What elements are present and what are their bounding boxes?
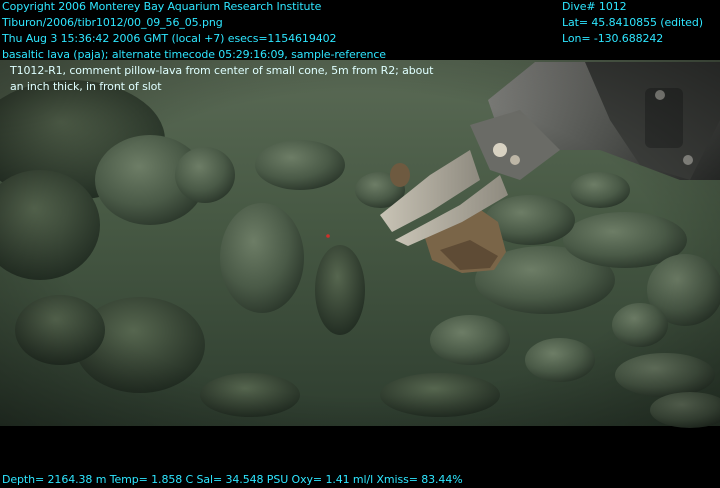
- longitude: Lon= -130.688242: [562, 32, 664, 45]
- dive-number: Dive# 1012: [562, 0, 627, 13]
- description-text: basaltic lava (paja); alternate timecode…: [2, 48, 386, 61]
- comment-line-1: T1012-R1, comment pillow-lava from cente…: [10, 64, 434, 77]
- file-path-text: Tiburon/2006/tibr1012/00_09_56_05.png: [2, 16, 223, 29]
- comment-line-2: an inch thick, in front of slot: [10, 80, 162, 93]
- datetime-text: Thu Aug 3 15:36:42 2006 GMT (local +7) e…: [2, 32, 337, 45]
- latitude: Lat= 45.8410855 (edited): [562, 16, 703, 29]
- copyright-text: Copyright 2006 Monterey Bay Aquarium Res…: [2, 0, 322, 13]
